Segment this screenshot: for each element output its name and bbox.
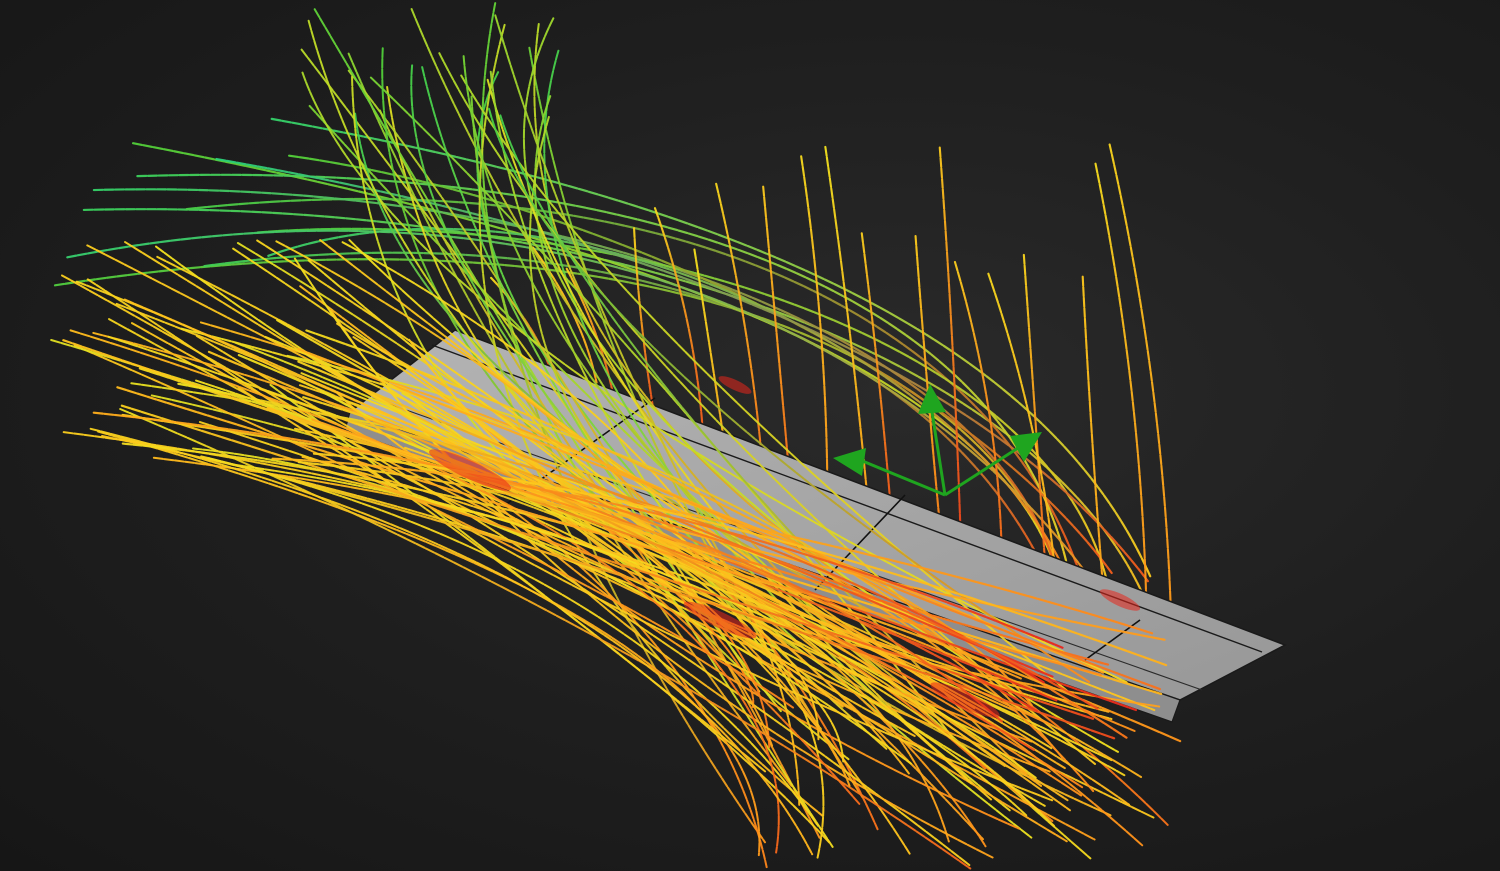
streamline-vertical: [1108, 143, 1173, 638]
axis-z-shaft: [944, 446, 1019, 497]
streamline-vertical: [653, 207, 705, 436]
flow-visualization: [50, 2, 1287, 870]
streamline-vertical: [938, 146, 963, 570]
3d-viewport[interactable]: [0, 0, 1500, 871]
streamline-vertical: [800, 155, 829, 495]
high-value-hotspot: [718, 376, 752, 394]
streamline-vertical: [953, 260, 1003, 552]
axis-x-arrowhead: [833, 448, 866, 476]
